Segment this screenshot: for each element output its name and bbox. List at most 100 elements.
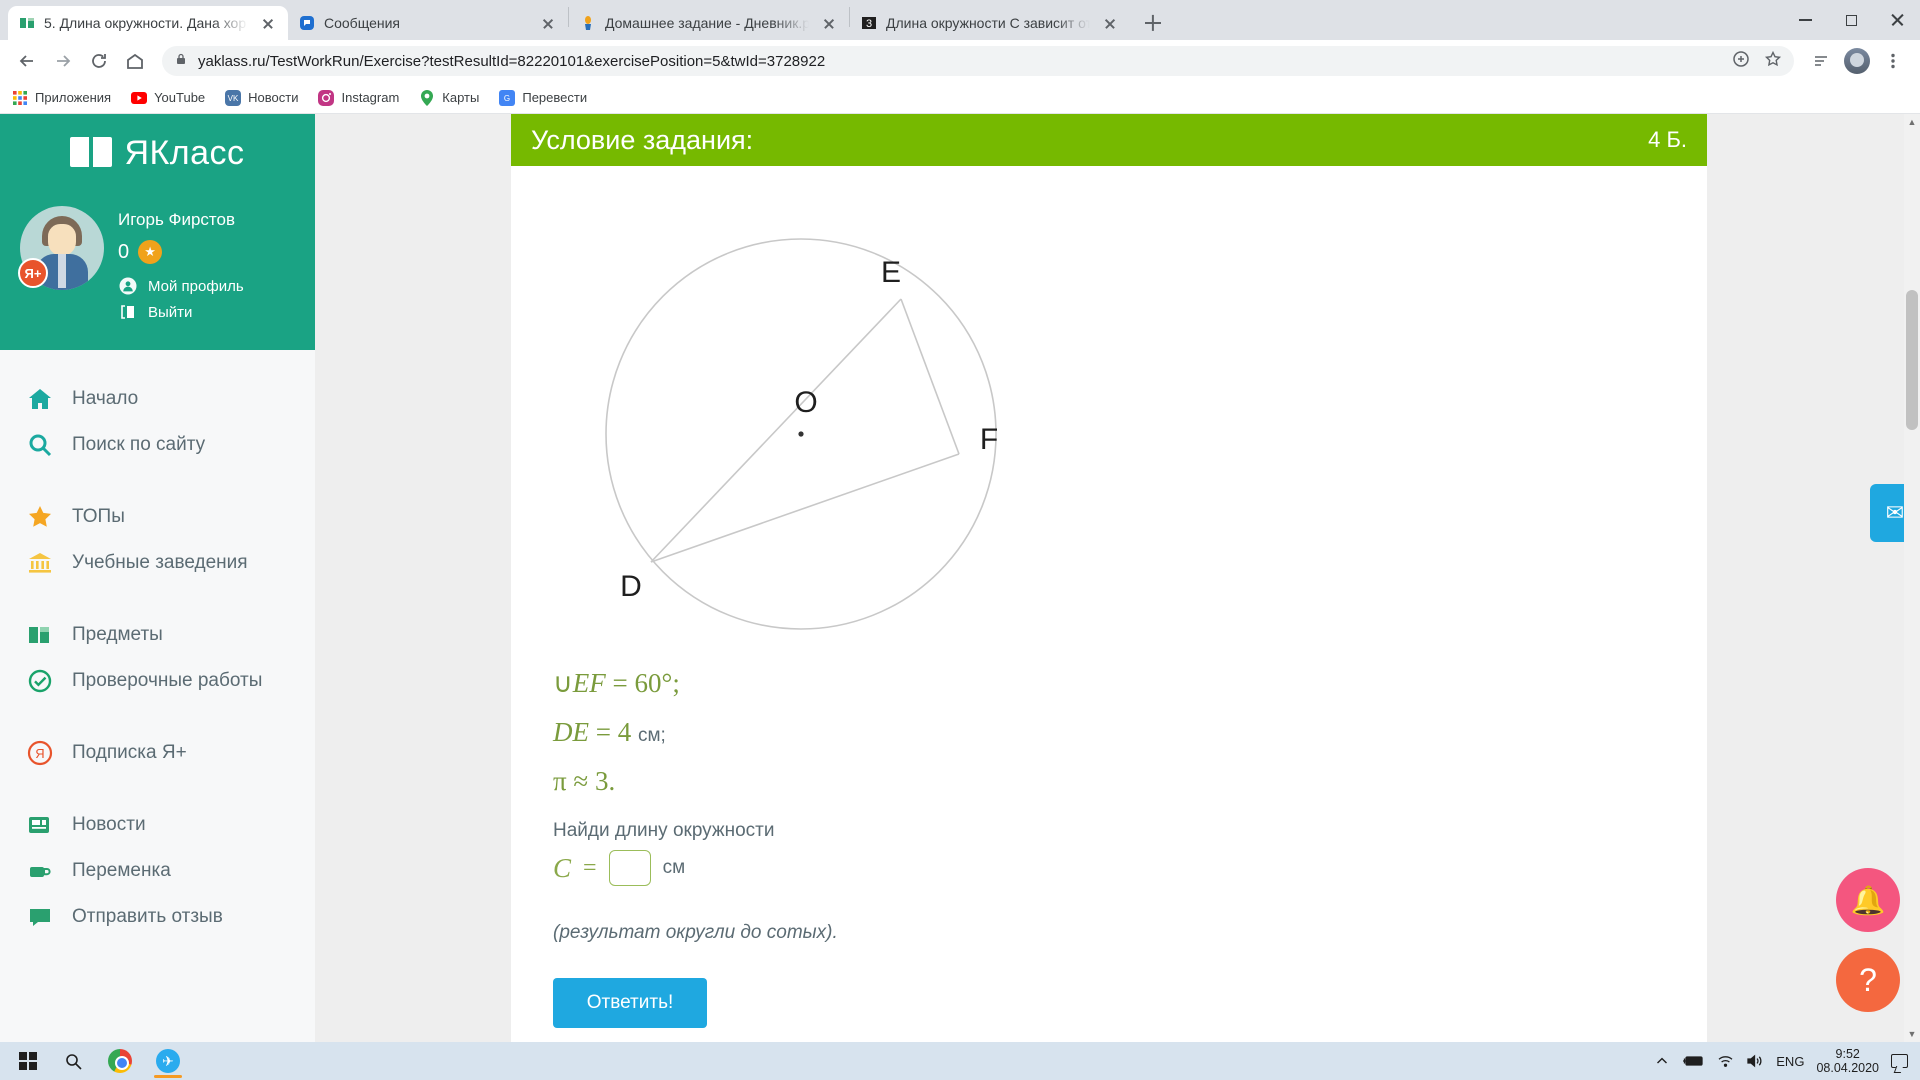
telegram-taskbar-icon[interactable]: ✈ [144, 1042, 192, 1080]
dnevnik-icon [579, 14, 597, 32]
condition-DE: DE = 4 см; [553, 708, 1707, 757]
sidebar-item-subscription[interactable]: Я Подписка Я+ [0, 730, 315, 776]
url-text: yaklass.ru/TestWorkRun/Exercise?testResu… [198, 52, 826, 70]
install-icon[interactable] [1732, 50, 1750, 73]
question-mark-icon[interactable]: ? [1836, 948, 1900, 1012]
user-profile-block: Я+ Игорь Фирстов 0 ★ Мой профиль Выйти [0, 192, 315, 350]
sidebar-item-institutions[interactable]: Учебные заведения [0, 540, 315, 586]
bookmark-translate[interactable]: G Перевести [499, 89, 587, 106]
tab-title: 5. Длина окружности. Дана хор [44, 15, 247, 31]
minimize-icon[interactable] [1782, 0, 1828, 40]
close-icon[interactable] [1874, 0, 1920, 40]
bookmark-label: Карты [442, 90, 480, 105]
system-tray: ENG 9:52 08.04.2020 [1655, 1042, 1914, 1080]
submit-button[interactable]: Ответить! [553, 978, 707, 1028]
avatar[interactable]: Я+ [18, 206, 104, 290]
close-icon[interactable] [258, 13, 278, 33]
notification-center-icon[interactable] [1891, 1042, 1908, 1080]
bookmark-maps[interactable]: Карты [419, 89, 480, 106]
answer-units: см [662, 857, 686, 878]
address-bar[interactable]: yaklass.ru/TestWorkRun/Exercise?testResu… [162, 46, 1794, 76]
scroll-up-icon[interactable]: ▲ [1904, 114, 1920, 130]
site-sidebar: ЯКласс Я+ Игорь Фирстов 0 ★ Мой профиль … [0, 114, 315, 1042]
de-expr: DE [553, 717, 589, 747]
scroll-thumb[interactable] [1906, 290, 1918, 430]
browser-tab-1[interactable]: 5. Длина окружности. Дана хор [8, 6, 288, 40]
news-icon [26, 811, 54, 839]
forward-arrow-icon[interactable] [46, 44, 80, 78]
sidebar-item-home[interactable]: Начало [0, 376, 315, 422]
battery-charging-icon[interactable] [1681, 1042, 1705, 1080]
ya-plus-icon: Я [26, 739, 54, 767]
reading-list-icon[interactable] [1804, 44, 1838, 78]
sidebar-item-tops[interactable]: ТОПы [0, 494, 315, 540]
language-indicator[interactable]: ENG [1776, 1054, 1804, 1069]
sidebar-item-label: Подписка Я+ [72, 742, 187, 763]
point-label-F: F [980, 423, 998, 456]
apps-grid-icon [12, 90, 28, 106]
svg-text:G: G [504, 94, 510, 103]
home-icon [26, 385, 54, 413]
sidebar-item-label: Поиск по сайту [72, 434, 206, 455]
star-outline-icon[interactable] [1764, 50, 1782, 73]
volume-icon[interactable] [1746, 1042, 1764, 1080]
sidebar-item-label: Проверочные работы [72, 670, 263, 691]
point-label-E: E [881, 256, 901, 289]
new-tab-button[interactable] [1136, 6, 1170, 40]
scroll-down-icon[interactable]: ▼ [1904, 1026, 1920, 1042]
logout-link[interactable]: Выйти [118, 302, 244, 322]
condition-pi: π ≈ 3. [553, 757, 1707, 806]
arc-value: 60° [634, 668, 673, 698]
arc-tail: ; [672, 668, 680, 698]
browser-window: 5. Длина окружности. Дана хор Сообщения … [0, 0, 1920, 1042]
sidebar-item-news[interactable]: Новости [0, 802, 315, 848]
de-tail: ; [660, 725, 666, 746]
bookmark-instagram[interactable]: Instagram [318, 89, 399, 106]
ya-plus-icon: Я+ [18, 258, 48, 288]
home-icon[interactable] [118, 44, 152, 78]
show-hidden-icons-icon[interactable] [1655, 1042, 1669, 1080]
sidebar-item-subjects[interactable]: Предметы [0, 612, 315, 658]
three-dots-menu-icon[interactable] [1876, 44, 1910, 78]
svg-text:Я: Я [35, 746, 44, 761]
back-arrow-icon[interactable] [10, 44, 44, 78]
sidebar-item-search[interactable]: Поиск по сайту [0, 422, 315, 468]
bookmark-youtube[interactable]: YouTube [131, 90, 205, 106]
bookmark-label: Приложения [35, 90, 112, 105]
score-value: 0 [118, 240, 130, 263]
maximize-icon[interactable] [1828, 0, 1874, 40]
search-icon[interactable] [50, 1042, 96, 1080]
reload-icon[interactable] [82, 44, 116, 78]
wifi-icon[interactable] [1717, 1042, 1734, 1080]
bookmark-apps[interactable]: Приложения [12, 90, 111, 106]
close-icon[interactable] [538, 13, 558, 33]
sidebar-item-break[interactable]: Переменка [0, 848, 315, 894]
de-units: см [637, 725, 661, 746]
answer-input[interactable] [608, 850, 651, 886]
sidebar-item-feedback[interactable]: Отправить отзыв [0, 894, 315, 940]
browser-tab-4[interactable]: 3 Длина окружности С зависит от [850, 6, 1130, 40]
browser-tab-3[interactable]: Домашнее задание - Дневник.р [569, 6, 849, 40]
exercise-card: Условие задания: 4 Б. E F D O ∪EF = 60°;… [511, 114, 1707, 1042]
profile-avatar[interactable] [1840, 44, 1874, 78]
chrome-taskbar-icon[interactable] [96, 1042, 144, 1080]
my-profile-link[interactable]: Мой профиль [118, 276, 244, 296]
bell-icon[interactable]: 🔔 [1836, 868, 1900, 932]
question-prompt: Найди длину окружности [553, 820, 775, 841]
nav-group-5: Новости Переменка Отправить отзыв [0, 802, 315, 940]
clock-date: 08.04.2020 [1816, 1061, 1879, 1075]
de-rel: = [595, 717, 611, 747]
sidebar-item-label: Отправить отзыв [72, 906, 223, 927]
circle-diagram: E F D O [605, 238, 998, 630]
browser-tab-2[interactable]: Сообщения [288, 6, 568, 40]
page-scrollbar[interactable]: ▲ ▼ [1904, 114, 1920, 1042]
bookmark-news[interactable]: VK Новости [225, 89, 298, 106]
close-icon[interactable] [1100, 13, 1120, 33]
close-icon[interactable] [819, 13, 839, 33]
bookmark-label: YouTube [154, 90, 206, 105]
sidebar-item-tests[interactable]: Проверочные работы [0, 658, 315, 704]
arc-symbol: ∪ [553, 668, 573, 698]
site-logo[interactable]: ЯКласс [0, 114, 315, 192]
clock[interactable]: 9:52 08.04.2020 [1816, 1047, 1879, 1076]
windows-start-icon[interactable] [6, 1042, 50, 1080]
